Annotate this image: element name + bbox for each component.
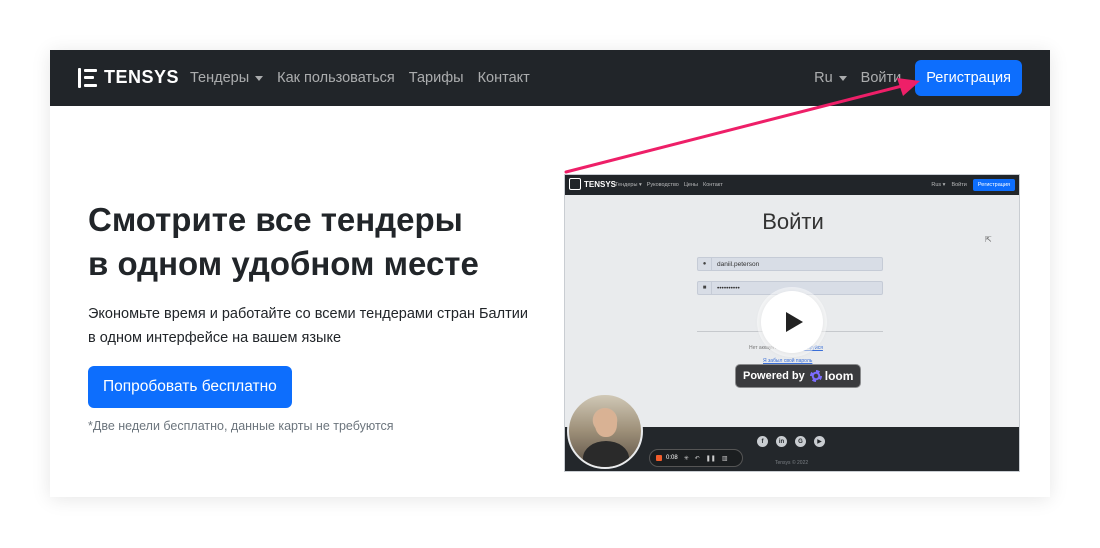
hero-subtitle: Экономьте время и работайте со всеми тен… bbox=[88, 302, 538, 350]
facebook-icon: f bbox=[757, 436, 768, 447]
delete-icon: ▥ bbox=[721, 455, 728, 462]
record-stop-icon bbox=[656, 455, 662, 461]
page-frame: TENSYS Тендеры Как пользоваться Тарифы К… bbox=[50, 50, 1050, 497]
recording-time: 0:08 bbox=[666, 455, 678, 461]
nav-how-to-use[interactable]: Как пользоваться bbox=[277, 70, 395, 86]
video-brand: TENSYS bbox=[569, 178, 616, 190]
caret-down-icon bbox=[838, 75, 847, 81]
video-nav-tenders: Тендеры ▾ bbox=[615, 182, 642, 188]
nav-right: Ru Войти Регистрация bbox=[814, 50, 1022, 106]
linkedin-icon: in bbox=[776, 436, 787, 447]
login-link[interactable]: Войти bbox=[861, 70, 902, 86]
video-nav-links: Тендеры ▾ Руководство Цены Контакт bbox=[615, 175, 728, 195]
presenter-body bbox=[583, 441, 629, 467]
language-dropdown[interactable]: Ru bbox=[814, 70, 847, 86]
video-password-value: •••••••••• bbox=[717, 284, 740, 292]
pause-icon: ❚❚ bbox=[705, 455, 716, 462]
caret-down-icon bbox=[255, 75, 264, 81]
video-brand-name: TENSYS bbox=[584, 179, 617, 189]
hero-title-line1: Смотрите все тендеры bbox=[88, 201, 463, 238]
hero-subtitle-line1: Экономьте время и работайте со всеми тен… bbox=[88, 306, 528, 322]
tensys-logo-icon bbox=[78, 67, 98, 88]
try-free-button[interactable]: Попробовать бесплатно bbox=[88, 366, 292, 408]
lock-icon: ■ bbox=[698, 282, 712, 294]
video-social-icons: f in G ▶ bbox=[757, 436, 833, 447]
language-label: Ru bbox=[814, 70, 833, 86]
brand-logo[interactable]: TENSYS bbox=[78, 67, 179, 88]
hero-subtitle-line2: в одном интерфейсе на вашем языке bbox=[88, 330, 342, 346]
play-button[interactable] bbox=[761, 291, 823, 353]
hero-title-line2: в одном удобном месте bbox=[88, 245, 479, 282]
video-nav-guide: Руководство bbox=[646, 182, 679, 188]
loom-label: loom bbox=[824, 369, 854, 383]
youtube-icon: ▶ bbox=[814, 436, 825, 447]
nav-links: Тендеры Как пользоваться Тарифы Контакт bbox=[190, 50, 544, 106]
powered-by-loom-badge[interactable]: Powered by loom bbox=[735, 364, 862, 388]
nav-tenders-dropdown[interactable]: Тендеры bbox=[190, 70, 264, 86]
video-username-field: ● daniil.peterson bbox=[697, 257, 883, 271]
nav-contact[interactable]: Контакт bbox=[478, 70, 530, 86]
video-nav-login: Войти bbox=[951, 182, 967, 188]
recording-controls: 0:08 ✳ ↶ ❚❚ ▥ bbox=[649, 449, 743, 467]
settings-icon: ✳ bbox=[683, 455, 689, 462]
video-nav-lang: Rus ▾ bbox=[931, 182, 946, 188]
video-login-title: Войти bbox=[762, 209, 824, 234]
nav-tenders-label: Тендеры bbox=[190, 70, 250, 86]
video-nav-right: Rus ▾ Войти Регистрация bbox=[931, 175, 1015, 195]
nav-pricing[interactable]: Тарифы bbox=[409, 70, 464, 86]
presenter-head bbox=[595, 409, 617, 437]
user-icon: ● bbox=[698, 258, 712, 270]
trial-note: *Две недели бесплатно, данные карты не т… bbox=[88, 419, 394, 433]
video-nav-prices: Цены bbox=[683, 182, 698, 188]
video-nav-register: Регистрация bbox=[972, 179, 1015, 191]
google-icon: G bbox=[795, 436, 806, 447]
navbar: TENSYS Тендеры Как пользоваться Тарифы К… bbox=[50, 50, 1050, 106]
video-nav-contact: Контакт bbox=[702, 182, 723, 188]
video-username-value: daniil.peterson bbox=[717, 260, 760, 268]
undo-icon: ↶ bbox=[694, 455, 700, 462]
video-navbar: TENSYS Тендеры ▾ Руководство Цены Контак… bbox=[565, 175, 1019, 195]
register-button[interactable]: Регистрация bbox=[915, 60, 1022, 96]
video-copyright: Tensys © 2022 bbox=[775, 460, 809, 466]
powered-by-label: Powered by bbox=[743, 370, 805, 382]
presenter-avatar bbox=[567, 393, 643, 469]
hero-title: Смотрите все тендеры в одном удобном мес… bbox=[88, 198, 538, 286]
cursor-icon: ⇱ bbox=[985, 235, 992, 244]
loom-logo-icon bbox=[809, 370, 822, 382]
tensys-logo-icon bbox=[569, 178, 581, 190]
video-preview[interactable]: TENSYS Тендеры ▾ Руководство Цены Контак… bbox=[564, 174, 1020, 472]
brand-name: TENSYS bbox=[104, 67, 180, 87]
play-icon bbox=[786, 312, 803, 332]
